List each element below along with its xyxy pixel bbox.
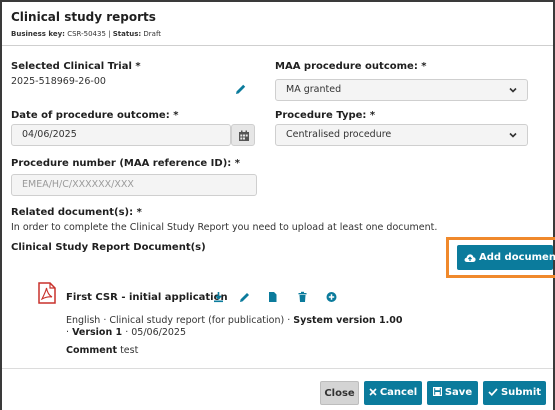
add-document-highlight: Add document (446, 237, 555, 278)
document-language: English (66, 315, 101, 326)
calendar-icon (239, 130, 249, 141)
maa-outcome-select[interactable]: MA granted (275, 79, 528, 101)
procedure-type-value: Centralised procedure (286, 129, 392, 140)
file-icon[interactable] (267, 291, 278, 303)
document-version: Version 1 (72, 327, 123, 338)
chevron-down-icon (509, 132, 517, 138)
meta-dot: · (103, 315, 107, 326)
comment-value: test (120, 345, 139, 356)
date-label: Date of procedure outcome: * (11, 110, 179, 121)
save-label: Save (444, 387, 473, 398)
meta-dot: · (287, 315, 291, 326)
document-title: First CSR - initial application (66, 292, 228, 303)
status-value: Draft (143, 30, 162, 38)
clinical-trial-value: 2025-518969-26-00 (11, 76, 106, 87)
clinical-trial-label: Selected Clinical Trial * (11, 61, 141, 72)
document-comment: Comment test (66, 345, 138, 356)
trash-icon[interactable] (297, 291, 308, 303)
header-subtitle: Business key: CSR-50435 | Status: Draft (11, 30, 161, 38)
procedure-number-placeholder: EMEA/H/C/XXXXXX/XXX (22, 179, 134, 190)
check-icon (488, 388, 498, 397)
close-label: Close (324, 388, 355, 399)
document-meta-line2: · Version 1 · 05/06/2025 (66, 327, 186, 338)
submit-button[interactable]: Submit (483, 381, 546, 405)
pdf-file-icon (38, 282, 56, 304)
csr-documents-label: Clinical Study Report Document(s) (11, 242, 206, 253)
save-icon (432, 387, 442, 397)
save-button[interactable]: Save (427, 381, 478, 405)
separator: | (108, 30, 111, 38)
page-title: Clinical study reports (11, 10, 156, 24)
comment-label: Comment (66, 345, 118, 356)
related-docs-hint: In order to complete the Clinical Study … (11, 222, 438, 233)
cloud-upload-icon (464, 254, 476, 262)
close-icon (369, 388, 377, 396)
dialog-header: Clinical study reports Business key: CSR… (2, 2, 553, 46)
submit-label: Submit (500, 387, 542, 398)
procedure-number-input[interactable]: EMEA/H/C/XXXXXX/XXX (11, 174, 257, 196)
calendar-button[interactable] (231, 124, 255, 146)
related-docs-label: Related document(s): * (11, 207, 142, 218)
close-button[interactable]: Close (320, 381, 359, 405)
document-meta-line1: English · Clinical study report (for pub… (66, 315, 402, 326)
add-document-button[interactable]: Add document (457, 245, 555, 270)
edit-pencil-icon[interactable] (239, 291, 250, 303)
date-input[interactable]: 04/06/2025 (11, 124, 231, 146)
procedure-type-select[interactable]: Centralised procedure (275, 124, 528, 146)
footer-divider (2, 368, 553, 369)
cancel-label: Cancel (379, 387, 418, 398)
edit-trial-pencil-icon[interactable] (235, 83, 247, 95)
system-version: System version 1.00 (293, 315, 403, 326)
document-type: Clinical study report (for publication) (109, 315, 285, 326)
document-date: 05/06/2025 (131, 327, 187, 338)
maa-outcome-value: MA granted (286, 84, 342, 95)
status-label: Status: (112, 30, 142, 38)
download-icon[interactable] (213, 291, 224, 303)
dialog: Clinical study reports Business key: CSR… (0, 0, 555, 410)
procedure-type-label: Procedure Type: * (275, 110, 376, 121)
chevron-down-icon (509, 87, 517, 93)
meta-dot: · (125, 327, 129, 338)
procedure-number-label: Procedure number (MAA reference ID): * (11, 158, 240, 169)
add-circle-icon[interactable] (326, 291, 337, 303)
cancel-button[interactable]: Cancel (364, 381, 422, 405)
business-key-value: CSR-50435 (67, 30, 106, 38)
add-document-label: Add document (479, 252, 555, 263)
maa-outcome-label: MAA procedure outcome: * (275, 61, 427, 72)
business-key-label: Business key: (11, 30, 65, 38)
meta-dot: · (66, 327, 70, 338)
